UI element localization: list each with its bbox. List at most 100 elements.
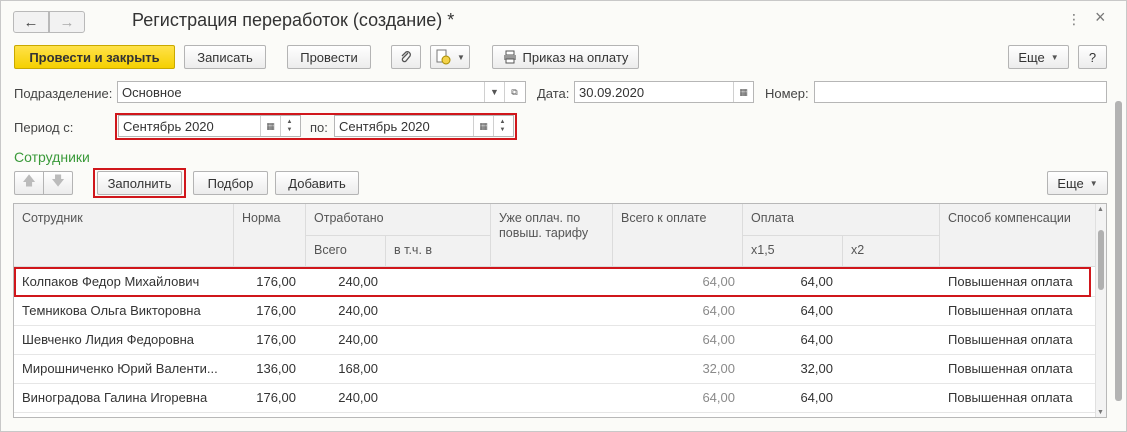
col-payment[interactable]: Оплата [743, 204, 940, 236]
calendar-icon[interactable]: ▦ [733, 82, 753, 102]
cell-method: Повышенная оплата [948, 303, 1073, 318]
arrow-up-icon: 🡅 [22, 173, 36, 188]
close-icon[interactable]: × [1095, 7, 1106, 28]
cell-incl [386, 326, 481, 354]
open-icon[interactable]: ⧉ [504, 82, 524, 102]
move-up-button[interactable]: 🡅 [14, 171, 44, 195]
move-down-button[interactable]: 🡇 [43, 171, 73, 195]
cell-paid [491, 297, 603, 325]
col-x15[interactable]: x1,5 [743, 236, 843, 267]
calendar-icon[interactable]: ▦ [260, 116, 280, 136]
col-employee[interactable]: Сотрудник [14, 204, 234, 267]
table-row[interactable]: Шевченко Лидия Федоровна 176,00 240,00 64,0… [14, 326, 1096, 355]
paperclip-icon [401, 51, 411, 63]
period-label: Период с: [14, 120, 74, 135]
arrow-left-icon: ← [23, 13, 39, 31]
cell-name: Мирошниченко Юрий Валенти... [22, 361, 218, 376]
cell-to-pay: 64,00 [702, 303, 735, 318]
cell-method: Повышенная оплата [948, 361, 1073, 376]
form-scroll-thumb[interactable] [1115, 101, 1122, 401]
col-already-paid[interactable]: Уже оплач. по повыш. тарифу [491, 204, 613, 267]
table-more-label: Еще [1057, 175, 1084, 191]
cell-paid [491, 326, 603, 354]
window-title: Регистрация переработок (создание) * [132, 10, 455, 30]
period-from-value: Сентябрь 2020 [123, 119, 214, 134]
spin-buttons[interactable]: ▲ ▼ [493, 116, 511, 136]
table-scrollbar[interactable]: ▲ ▼ [1095, 204, 1106, 417]
cell-x2 [843, 326, 930, 354]
attach-button[interactable] [391, 45, 421, 69]
post-button[interactable]: Провести [287, 45, 371, 69]
cell-paid [491, 355, 603, 383]
employees-section-title: Сотрудники [14, 149, 90, 165]
cell-norm: 176,00 [256, 390, 296, 405]
number-field[interactable] [814, 81, 1107, 103]
document-window: ← → Регистрация переработок (создание) *… [0, 0, 1127, 432]
period-from-field[interactable]: Сентябрь 2020 ▦ ▲ ▼ [118, 115, 301, 137]
printer-icon [503, 50, 516, 64]
col-x2[interactable]: x2 [843, 236, 940, 267]
col-worked[interactable]: Отработано [306, 204, 491, 236]
col-worked-incl[interactable]: в т.ч. в [386, 236, 491, 267]
select-button[interactable]: Подбор [193, 171, 268, 195]
help-button[interactable]: ? [1078, 45, 1107, 69]
date-value: 30.09.2020 [579, 85, 645, 100]
forward-button[interactable]: → [49, 11, 85, 33]
row-highlight [14, 267, 1091, 297]
cell-x15: 64,00 [800, 332, 833, 347]
calendar-icon[interactable]: ▦ [473, 116, 493, 136]
chevron-down-icon: ▼ [1050, 52, 1059, 62]
cell-to-pay: 64,00 [702, 332, 735, 347]
scroll-down-icon[interactable]: ▼ [1097, 409, 1104, 416]
post-and-close-button[interactable]: Провести и закрыть [14, 45, 175, 69]
fill-button[interactable]: Заполнить [97, 171, 182, 195]
cell-to-pay: 32,00 [702, 361, 735, 376]
cell-x15: 64,00 [800, 390, 833, 405]
cell-method: Повышенная оплата [948, 390, 1073, 405]
spin-buttons[interactable]: ▲ ▼ [280, 116, 298, 136]
period-to-field[interactable]: Сентябрь 2020 ▦ ▲ ▼ [334, 115, 514, 137]
cell-total: 240,00 [338, 390, 378, 405]
cell-incl [386, 384, 481, 412]
more-menu-icon[interactable]: ⋮ [1067, 11, 1081, 28]
date-field[interactable]: 30.09.2020 ▦ [574, 81, 754, 103]
cell-x15: 64,00 [800, 303, 833, 318]
cell-name: Шевченко Лидия Федоровна [22, 332, 195, 347]
add-button[interactable]: Добавить [275, 171, 359, 195]
col-total-to-pay[interactable]: Всего к оплате [613, 204, 743, 267]
cell-total: 240,00 [338, 303, 378, 318]
more-button[interactable]: Еще ▼ [1008, 45, 1069, 69]
table-row[interactable]: Темникова Ольга Викторовна 176,00 240,00 64… [14, 297, 1096, 326]
table-more-button[interactable]: Еще ▼ [1047, 171, 1108, 195]
cell-norm: 176,00 [256, 332, 296, 347]
col-worked-total[interactable]: Всего [306, 236, 386, 267]
cell-x2 [843, 355, 930, 383]
cell-norm: 176,00 [256, 303, 296, 318]
scroll-up-icon[interactable]: ▲ [1097, 206, 1104, 213]
table-row[interactable]: Мирошниченко Юрий Валенти... 136,00 168,00… [14, 355, 1096, 384]
scroll-thumb[interactable] [1098, 230, 1104, 290]
table-row[interactable]: Виноградова Галина Игоревна 176,00 240,00 6… [14, 384, 1096, 413]
number-label: Номер: [765, 86, 809, 101]
division-value: Основное [122, 85, 182, 100]
cell-name: Виноградова Галина Игоревна [22, 390, 208, 405]
create-based-on-button[interactable]: ▼ [430, 45, 470, 69]
cell-name: Темникова Ольга Викторовна [22, 303, 201, 318]
cell-x2 [843, 384, 930, 412]
cell-to-pay: 64,00 [702, 390, 735, 405]
payment-order-button[interactable]: Приказ на оплату [492, 45, 639, 69]
division-field[interactable]: Основное ▼ ⧉ [117, 81, 526, 103]
cell-method: Повышенная оплата [948, 332, 1073, 347]
form-scrollbar[interactable] [1115, 101, 1122, 411]
back-button[interactable]: ← [13, 11, 49, 33]
chevron-down-icon[interactable]: ▼ [484, 82, 504, 102]
cell-norm: 136,00 [256, 361, 296, 376]
chevron-down-icon: ▼ [457, 52, 465, 62]
col-compensation[interactable]: Способ компенсации [940, 204, 1096, 267]
col-norm[interactable]: Норма [234, 204, 306, 267]
arrow-right-icon: → [59, 13, 75, 31]
document-clock-icon [436, 49, 451, 65]
save-button[interactable]: Записать [184, 45, 266, 69]
cell-incl [386, 355, 481, 383]
division-label: Подразделение: [14, 86, 113, 101]
